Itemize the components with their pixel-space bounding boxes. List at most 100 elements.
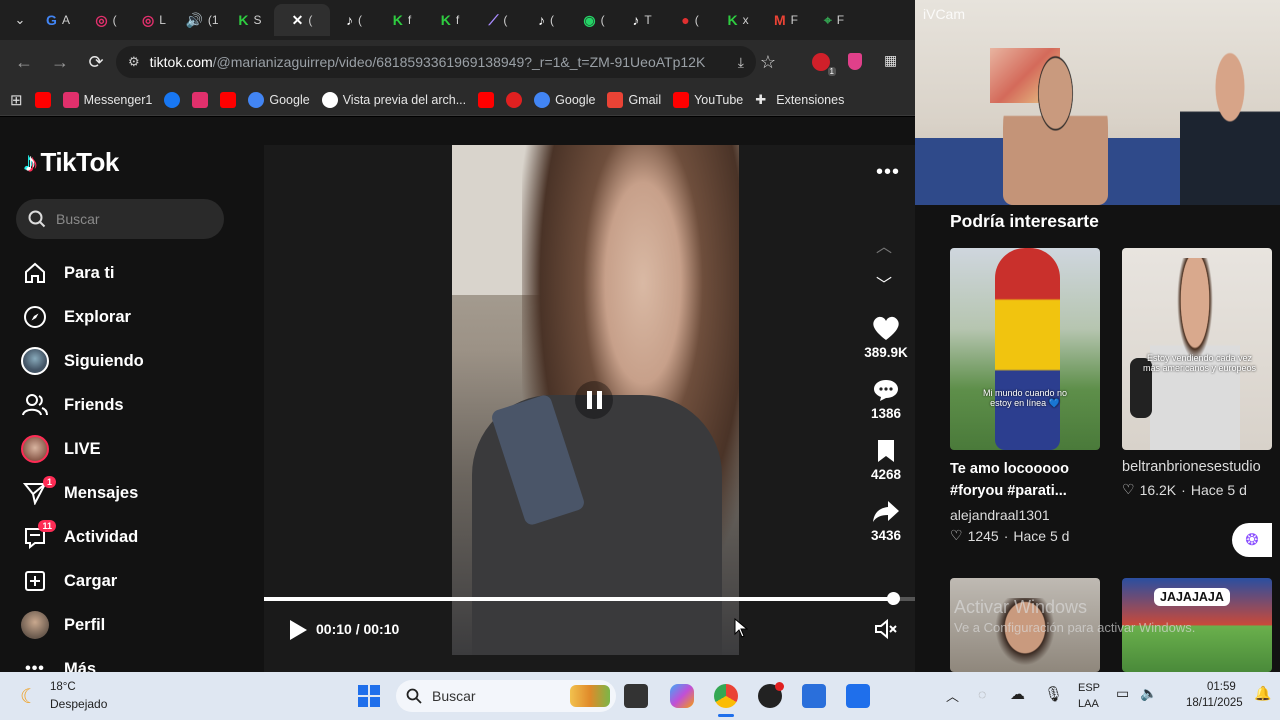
bookmark-item[interactable] — [478, 91, 495, 108]
browser-tab[interactable]: 🔊 (1 — [178, 4, 226, 36]
bookmark-item[interactable] — [220, 91, 237, 108]
forward-arrow-icon[interactable]: → — [42, 44, 78, 80]
browser-tab[interactable]: Kf — [378, 4, 426, 36]
shield-extension-icon[interactable] — [848, 53, 862, 70]
bookmark-item[interactable] — [164, 91, 181, 108]
search-input[interactable]: Buscar — [16, 199, 224, 239]
suggestion-author[interactable]: alejandraal1301 — [950, 507, 1050, 523]
video-frame[interactable] — [452, 145, 739, 655]
bookmark-item[interactable] — [192, 91, 209, 108]
address-bar[interactable]: ⚙ tiktok.com /@marianizaguirrep/video/68… — [116, 46, 756, 78]
tab-title: ( — [694, 13, 699, 27]
browser-tab[interactable]: ⌖ F — [810, 4, 858, 36]
network-icon[interactable]: ▭ — [1116, 685, 1129, 702]
onedrive-cloud-icon[interactable]: ☁ — [1010, 685, 1025, 703]
install-app-icon[interactable]: ⤓ — [738, 54, 744, 71]
sidebar-item-perfil[interactable]: Perfil — [20, 603, 240, 647]
bookmark-item[interactable]: Gmail — [607, 91, 661, 108]
browser-tab[interactable]: ◎ L — [130, 4, 178, 36]
browser-tab[interactable]: KS — [226, 4, 274, 36]
store-icon[interactable] — [846, 684, 870, 708]
chrome-icon[interactable] — [714, 684, 738, 708]
site-settings-icon[interactable]: ⚙ — [128, 54, 140, 70]
clock-date[interactable]: 18/11/2025 — [1186, 697, 1243, 709]
sidebar-item-cargar[interactable]: Cargar — [20, 559, 240, 603]
keyboard-layout[interactable]: LAA — [1078, 698, 1099, 710]
share-action[interactable]: 3436 — [856, 500, 915, 543]
sidebar-item-siguiendo[interactable]: Siguiendo — [20, 339, 240, 383]
browser-tab[interactable]: ♪( — [522, 4, 570, 36]
suggestion-thumbnail[interactable]: Estoy vendiendo cada vez más americanos … — [1122, 248, 1272, 450]
apps-grid-icon[interactable]: ⊞ — [10, 91, 23, 109]
video-player[interactable]: ••• ︿ ﹀ 389.9K 1386 4268 3436 00:10 / 00… — [264, 145, 915, 672]
clock-time[interactable]: 01:59 — [1207, 681, 1236, 693]
sidebar-item-para-ti[interactable]: Para ti — [20, 251, 240, 295]
bookmark-item[interactable]: Messenger1 — [62, 91, 152, 108]
windows-start-icon[interactable] — [358, 685, 380, 707]
notepad-icon[interactable] — [802, 684, 826, 708]
browser-tab[interactable]: MF — [762, 4, 810, 36]
menu-extension-icon[interactable]: ▦ — [884, 52, 897, 69]
browser-tab[interactable]: ⟋( — [474, 4, 522, 36]
bookmark-item[interactable] — [506, 91, 523, 108]
bookmark-item[interactable]: YouTube — [673, 91, 743, 108]
puzzle-icon: ✚ — [755, 91, 767, 107]
sidebar-item-mensajes[interactable]: 1 Mensajes — [20, 471, 240, 515]
browser-tab[interactable]: ✕( — [274, 4, 330, 36]
language-code[interactable]: ESP — [1078, 682, 1100, 694]
volume-icon[interactable] — [874, 619, 898, 639]
task-view-icon[interactable] — [624, 684, 648, 708]
back-arrow-icon[interactable]: ← — [6, 44, 42, 80]
show-hidden-icons-chevron-icon[interactable]: ︿ — [946, 686, 959, 705]
notification-bell-icon[interactable]: 🔔 — [1254, 685, 1271, 702]
browser-tab[interactable]: ♪ T — [618, 4, 666, 36]
floating-assistant-icon[interactable]: ❂ — [1232, 523, 1272, 557]
next-video-chevron-icon[interactable]: ﹀ — [876, 271, 892, 295]
bookmark-star-icon[interactable]: ☆ — [750, 44, 786, 80]
browser-tab[interactable]: Kf — [426, 4, 474, 36]
sidebar-item-label: Actividad — [64, 527, 139, 546]
taskbar-search-box[interactable]: Buscar — [396, 680, 616, 712]
browser-tab[interactable]: ◎( — [82, 4, 130, 36]
browser-tab[interactable]: GA — [34, 4, 82, 36]
weather-moon-icon[interactable]: ☾ — [20, 684, 38, 709]
gmail-icon — [607, 91, 624, 108]
like-action[interactable]: 389.9K — [856, 315, 915, 360]
suggestion-title[interactable]: Te amo locooooo #foryou #parati... — [950, 458, 1110, 502]
microphone-icon[interactable]: 🎙 — [1044, 685, 1063, 703]
progress-knob[interactable] — [886, 592, 900, 605]
bookmark-item[interactable]: Vista previa del arch... — [321, 91, 466, 108]
bookmark-item[interactable] — [34, 91, 51, 108]
bookmark-item[interactable]: Google — [534, 91, 595, 108]
tab-list-chevron-icon[interactable]: ⌄ — [6, 2, 34, 38]
sidebar-item-explorar[interactable]: Explorar — [20, 295, 240, 339]
sidebar-item-más[interactable]: ••• Más — [20, 647, 240, 673]
tiktok-logo[interactable]: ♪ TikTok — [24, 147, 119, 178]
browser-tab[interactable]: ●( — [666, 4, 714, 36]
notification-badge: 11 — [38, 520, 56, 532]
previous-video-chevron-icon[interactable]: ︿ — [876, 233, 892, 257]
browser-tab[interactable]: ♪( — [330, 4, 378, 36]
tray-app-icon[interactable]: ◌ — [978, 686, 986, 702]
copilot-icon[interactable] — [670, 684, 694, 708]
browser-tab[interactable]: Kx — [714, 4, 762, 36]
pause-button[interactable] — [575, 381, 613, 419]
play-icon[interactable] — [288, 619, 308, 641]
speaker-icon[interactable]: 🔈 — [1140, 685, 1157, 702]
suggestion-author[interactable]: beltranbrionesestudio — [1122, 459, 1261, 475]
sidebar-item-live[interactable]: LIVE — [20, 427, 240, 471]
more-options-icon[interactable]: ••• — [876, 161, 900, 184]
sidebar-item-actividad[interactable]: 11 Actividad — [20, 515, 240, 559]
comment-action[interactable]: 1386 — [856, 378, 915, 421]
sidebar-item-friends[interactable]: Friends — [20, 383, 240, 427]
save-action[interactable]: 4268 — [856, 439, 915, 482]
extension-icon[interactable]: 1 — [812, 53, 836, 76]
suggestion-thumbnail[interactable]: Mi mundo cuando no estoy en línea 💙 — [950, 248, 1100, 450]
progress-bar[interactable] — [264, 592, 915, 605]
tab-favicon-icon: ♪ — [632, 12, 640, 28]
watermark-title: Activar Windows — [954, 597, 1088, 617]
bookmark-item[interactable]: Google — [248, 91, 310, 108]
reload-icon[interactable]: ⟳ — [78, 44, 114, 80]
bookmark-item[interactable]: ✚ Extensiones — [755, 92, 844, 108]
browser-tab[interactable]: ◉( — [570, 4, 618, 36]
